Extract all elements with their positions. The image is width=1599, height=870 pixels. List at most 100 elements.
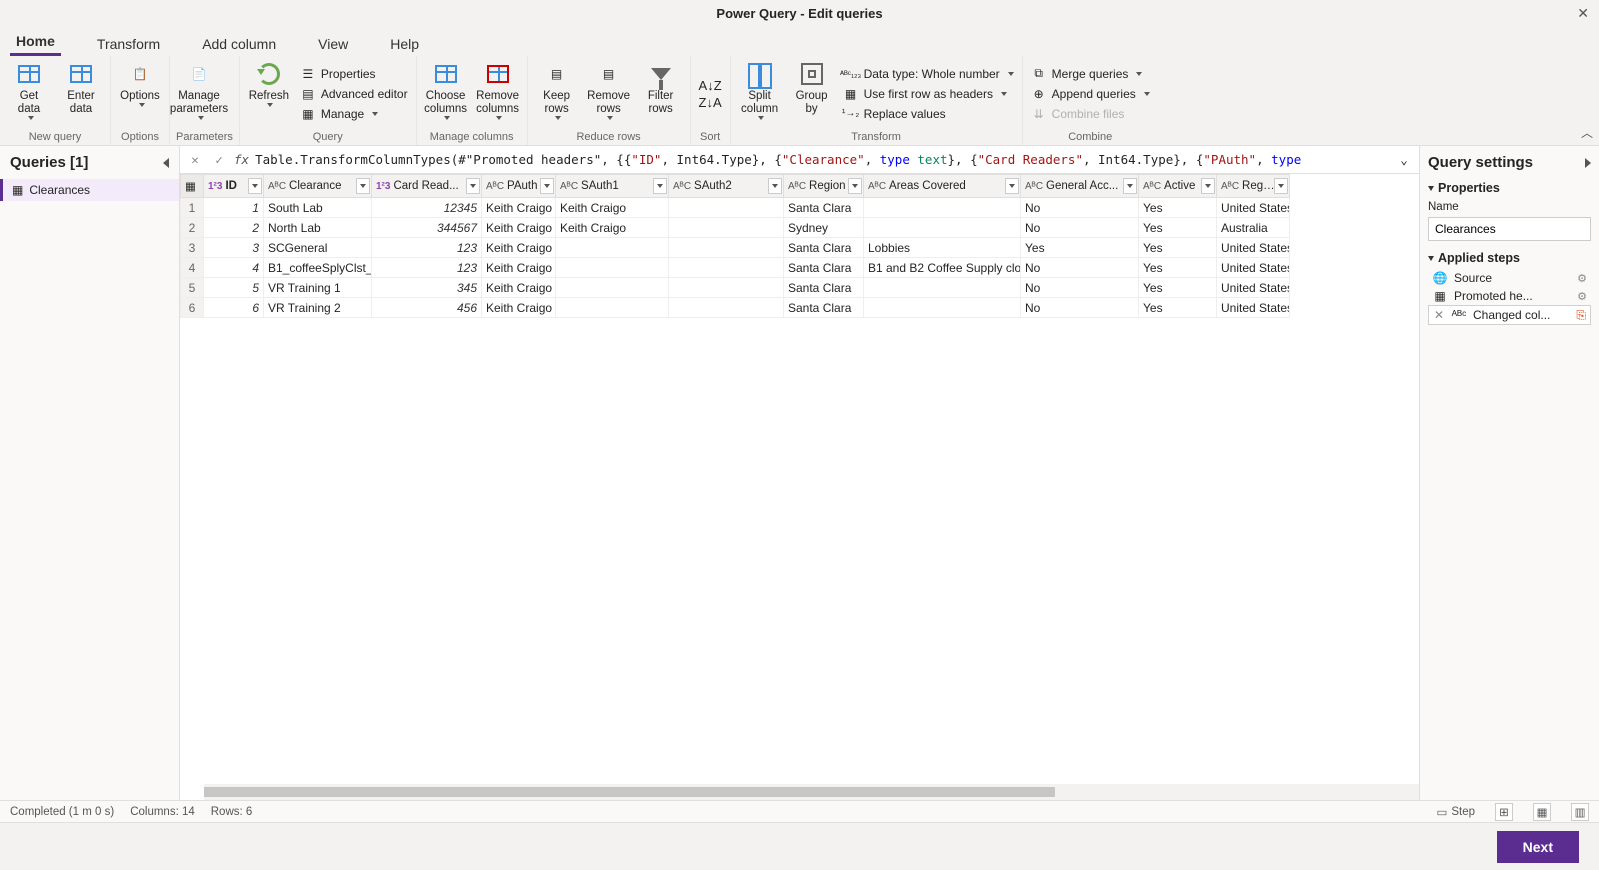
get-data-button[interactable]: Get data: [6, 58, 52, 129]
next-button[interactable]: Next: [1497, 831, 1579, 863]
tab-transform[interactable]: Transform: [91, 32, 166, 56]
cell[interactable]: Keith Craigo: [482, 218, 556, 238]
cell[interactable]: 2: [204, 218, 264, 238]
column-header-pauth[interactable]: AᴮCPAuth: [482, 174, 556, 198]
cell[interactable]: 12345: [372, 198, 482, 218]
column-filter-icon[interactable]: [466, 178, 480, 194]
column-filter-icon[interactable]: [248, 178, 262, 194]
row-number[interactable]: 5: [180, 278, 204, 298]
cell[interactable]: Australia: [1217, 218, 1290, 238]
cell[interactable]: 4: [204, 258, 264, 278]
schema-view-icon[interactable]: ▥: [1571, 803, 1589, 821]
cell[interactable]: No: [1021, 298, 1139, 318]
formula-expand-icon[interactable]: ⌄: [1395, 152, 1413, 167]
cell[interactable]: [669, 238, 784, 258]
split-column-button[interactable]: Split column: [737, 58, 783, 129]
status-step[interactable]: ▭ Step: [1436, 805, 1475, 819]
column-header-active[interactable]: AᴮCActive: [1139, 174, 1217, 198]
cell[interactable]: Sydney: [784, 218, 864, 238]
cell[interactable]: United States: [1217, 238, 1290, 258]
collapse-ribbon-icon[interactable]: ︿: [1581, 124, 1593, 141]
remove-rows-button[interactable]: ▤ Remove rows: [586, 58, 632, 129]
tab-home[interactable]: Home: [10, 29, 61, 56]
cell[interactable]: Santa Clara: [784, 298, 864, 318]
cell[interactable]: [669, 198, 784, 218]
cell[interactable]: VR Training 1: [264, 278, 372, 298]
column-filter-icon[interactable]: [848, 178, 862, 194]
row-number[interactable]: 4: [180, 258, 204, 278]
horizontal-scrollbar[interactable]: [204, 784, 1419, 800]
row-number[interactable]: 1: [180, 198, 204, 218]
cell[interactable]: 1: [204, 198, 264, 218]
properties-header[interactable]: Properties: [1428, 181, 1591, 195]
cell[interactable]: 6: [204, 298, 264, 318]
formula-cancel-icon[interactable]: ✕: [186, 152, 204, 167]
delete-step-icon[interactable]: ✕: [1433, 308, 1445, 322]
cell[interactable]: Santa Clara: [784, 198, 864, 218]
formula-text[interactable]: Table.TransformColumnTypes(#"Promoted he…: [255, 152, 1389, 167]
remove-columns-button[interactable]: Remove columns: [475, 58, 521, 129]
cell[interactable]: Yes: [1021, 238, 1139, 258]
cell[interactable]: United States: [1217, 198, 1290, 218]
keep-rows-button[interactable]: ▤ Keep rows: [534, 58, 580, 129]
cell[interactable]: United States: [1217, 258, 1290, 278]
cell[interactable]: B1_coffeeSplyClst_F1: [264, 258, 372, 278]
cell[interactable]: [864, 198, 1021, 218]
cell[interactable]: Yes: [1139, 298, 1217, 318]
advanced-editor-button[interactable]: ▤Advanced editor: [298, 86, 410, 102]
column-header-areascovered[interactable]: AᴮCAreas Covered: [864, 174, 1021, 198]
options-button[interactable]: 📋 Options: [117, 58, 163, 129]
cell[interactable]: [556, 258, 669, 278]
cell[interactable]: [669, 298, 784, 318]
row-number[interactable]: 6: [180, 298, 204, 318]
cell[interactable]: No: [1021, 198, 1139, 218]
data-type-button[interactable]: ᴬᴮᶜ₁₂₃Data type: Whole number: [841, 66, 1016, 82]
cell[interactable]: [864, 278, 1021, 298]
column-header-sauth2[interactable]: AᴮCSAuth2: [669, 174, 784, 198]
gear-icon[interactable]: ⚙: [1577, 272, 1587, 285]
fx-icon[interactable]: fx: [234, 152, 249, 167]
column-filter-icon[interactable]: [1123, 178, 1137, 194]
column-filter-icon[interactable]: [540, 178, 554, 194]
cell[interactable]: Santa Clara: [784, 258, 864, 278]
properties-button[interactable]: ☰Properties: [298, 66, 410, 82]
row-number[interactable]: 3: [180, 238, 204, 258]
manage-parameters-button[interactable]: 📄 Manage parameters: [176, 58, 222, 129]
cell[interactable]: United States: [1217, 278, 1290, 298]
column-filter-icon[interactable]: [1274, 178, 1288, 194]
cell[interactable]: [864, 218, 1021, 238]
cell[interactable]: Lobbies: [864, 238, 1021, 258]
cell[interactable]: 123: [372, 258, 482, 278]
column-filter-icon[interactable]: [768, 178, 782, 194]
cell[interactable]: Keith Craigo: [482, 198, 556, 218]
first-row-headers-button[interactable]: ▦Use first row as headers: [841, 86, 1016, 102]
enter-data-button[interactable]: Enter data: [58, 58, 104, 129]
cell[interactable]: No: [1021, 218, 1139, 238]
diagram-view-icon[interactable]: ⊞: [1495, 803, 1513, 821]
applied-step-2[interactable]: ✕ᴬᴮᶜChanged col...⎘: [1428, 305, 1591, 325]
table-corner[interactable]: ▦: [180, 174, 204, 198]
cell[interactable]: Santa Clara: [784, 278, 864, 298]
append-queries-button[interactable]: ⊕Append queries: [1029, 86, 1152, 102]
cell[interactable]: [556, 298, 669, 318]
refresh-button[interactable]: Refresh: [246, 58, 292, 129]
cell[interactable]: [669, 258, 784, 278]
column-header-sauth1[interactable]: AᴮCSAuth1: [556, 174, 669, 198]
cell[interactable]: Santa Clara: [784, 238, 864, 258]
cell[interactable]: Yes: [1139, 238, 1217, 258]
cell[interactable]: No: [1021, 258, 1139, 278]
column-filter-icon[interactable]: [1005, 178, 1019, 194]
cell[interactable]: B1 and B2 Coffee Supply closets: [864, 258, 1021, 278]
sort-asc-button[interactable]: A↓Z: [699, 78, 722, 93]
column-filter-icon[interactable]: [653, 178, 667, 194]
cell[interactable]: United States: [1217, 298, 1290, 318]
replace-values-button[interactable]: ¹→₂Replace values: [841, 106, 1016, 122]
tab-add-column[interactable]: Add column: [196, 32, 282, 56]
cell[interactable]: 3: [204, 238, 264, 258]
cell[interactable]: 344567: [372, 218, 482, 238]
cell[interactable]: Keith Craigo: [482, 238, 556, 258]
column-header-region[interactable]: AᴮCRegion: [784, 174, 864, 198]
cell[interactable]: No: [1021, 278, 1139, 298]
query-name-input[interactable]: [1428, 217, 1591, 241]
cell[interactable]: 123: [372, 238, 482, 258]
